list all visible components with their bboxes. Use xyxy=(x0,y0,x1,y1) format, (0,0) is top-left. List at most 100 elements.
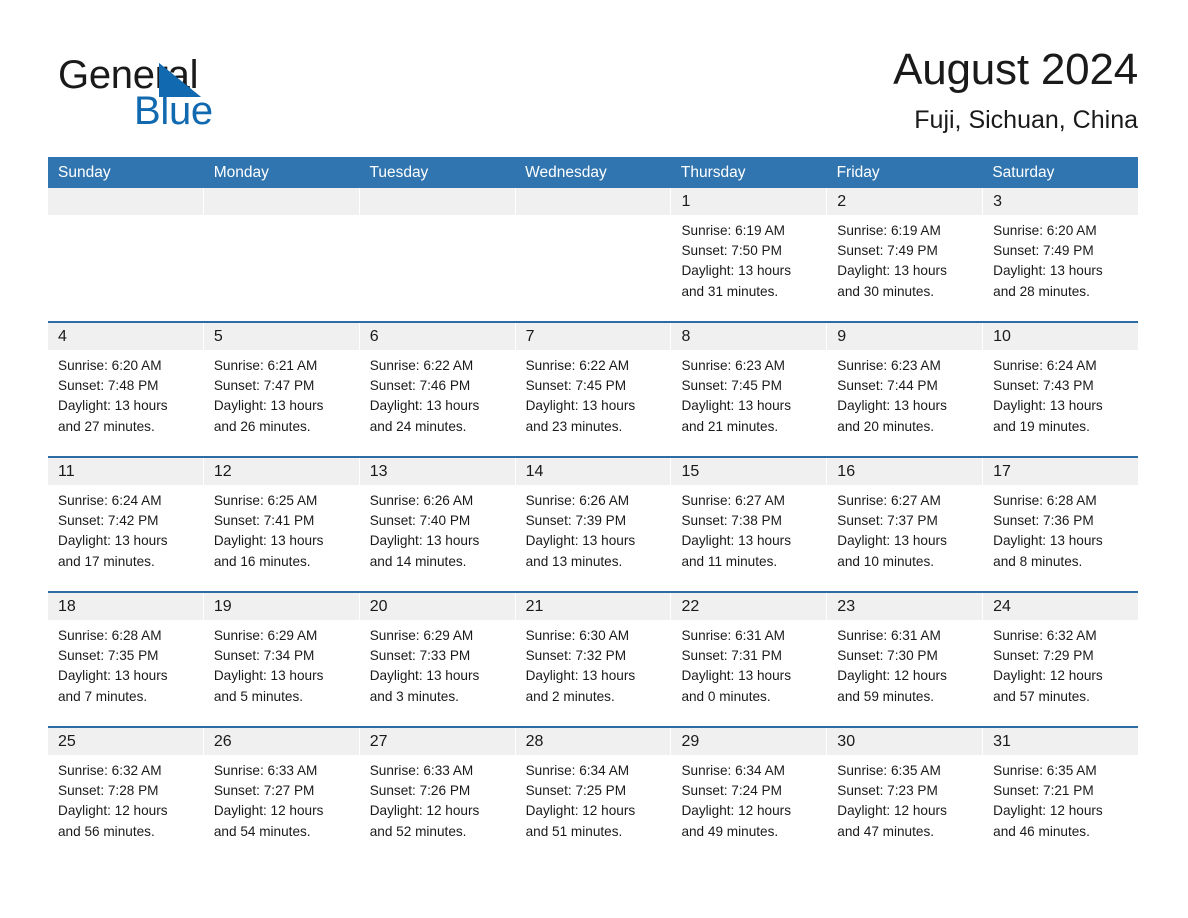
day-cell[interactable]: 23 Sunrise: 6:31 AM Sunset: 7:30 PM Dayligh… xyxy=(827,593,984,726)
day-cell[interactable]: 25 Sunrise: 6:32 AM Sunset: 7:28 PM Dayligh… xyxy=(48,728,204,861)
sunrise-text: Sunrise: 6:20 AM xyxy=(993,223,1097,238)
day-cell[interactable]: 12 Sunrise: 6:25 AM Sunset: 7:41 PM Dayligh… xyxy=(203,458,360,591)
day-details: Sunrise: 6:21 AM Sunset: 7:47 PM Daylight:… xyxy=(204,350,359,437)
calendar-week-row: 25 Sunrise: 6:32 AM Sunset: 7:28 PM Dayligh… xyxy=(48,726,1139,861)
day-cell[interactable]: 26 Sunrise: 6:33 AM Sunset: 7:27 PM Dayligh… xyxy=(203,728,360,861)
day-details: Sunrise: 6:32 AM Sunset: 7:29 PM Daylight:… xyxy=(983,620,1138,707)
sunrise-text: Sunrise: 6:33 AM xyxy=(213,763,318,778)
daylight-text-line2: and 31 minutes. xyxy=(681,283,779,299)
weekday-header-monday: Monday xyxy=(213,164,269,181)
day-cell[interactable]: 17 Sunrise: 6:28 AM Sunset: 7:36 PM Dayligh… xyxy=(983,458,1139,591)
day-number: 3 xyxy=(983,188,1139,215)
sunrise-text: Sunrise: 6:23 AM xyxy=(837,358,941,373)
sunrise-text: Sunrise: 6:32 AM xyxy=(993,628,1097,643)
daylight-text-line1: Daylight: 13 hours xyxy=(993,398,1103,414)
day-cell[interactable]: 3 Sunrise: 6:20 AM Sunset: 7:49 PM Daylight… xyxy=(983,188,1139,321)
day-cell[interactable]: 13 Sunrise: 6:26 AM Sunset: 7:40 PM Dayligh… xyxy=(359,458,516,591)
daylight-text-line1: Daylight: 12 hours xyxy=(837,668,947,684)
sunrise-text: Sunrise: 6:28 AM xyxy=(58,628,162,643)
weekday-header-tuesday: Tuesday xyxy=(369,164,429,181)
daylight-text-line2: and 59 minutes. xyxy=(837,688,935,704)
day-cell[interactable]: 8 Sunrise: 6:23 AM Sunset: 7:45 PM Daylight… xyxy=(671,323,828,456)
day-details: Sunrise: 6:19 AM Sunset: 7:50 PM Daylight:… xyxy=(671,215,826,302)
daylight-text-line2: and 46 minutes. xyxy=(993,823,1090,839)
sunset-text: Sunset: 7:37 PM xyxy=(837,513,938,529)
daylight-text-line2: and 21 minutes. xyxy=(681,418,779,434)
calendar-week-row: 11 Sunrise: 6:24 AM Sunset: 7:42 PM Dayligh… xyxy=(48,456,1139,591)
day-cell-empty xyxy=(515,188,672,321)
day-details: Sunrise: 6:23 AM Sunset: 7:44 PM Daylight:… xyxy=(827,350,982,437)
daylight-text-line2: and 8 minutes. xyxy=(993,553,1083,569)
day-cell[interactable]: 1 Sunrise: 6:19 AM Sunset: 7:50 PM Daylight… xyxy=(671,188,828,321)
day-cell[interactable]: 16 Sunrise: 6:27 AM Sunset: 7:37 PM Dayligh… xyxy=(827,458,984,591)
daylight-text-line2: and 51 minutes. xyxy=(525,823,623,839)
daylight-text-line1: Daylight: 13 hours xyxy=(213,398,324,414)
day-number: 14 xyxy=(515,458,671,485)
day-number: 7 xyxy=(515,323,671,350)
sunset-text: Sunset: 7:49 PM xyxy=(993,243,1094,259)
day-cell[interactable]: 9 Sunrise: 6:23 AM Sunset: 7:44 PM Daylight… xyxy=(827,323,984,456)
day-cell[interactable]: 24 Sunrise: 6:32 AM Sunset: 7:29 PM Dayligh… xyxy=(983,593,1139,726)
daylight-text-line1: Daylight: 12 hours xyxy=(213,803,324,819)
weekday-header-wednesday: Wednesday xyxy=(525,164,607,181)
day-cell[interactable]: 28 Sunrise: 6:34 AM Sunset: 7:25 PM Dayligh… xyxy=(515,728,672,861)
day-cell[interactable]: 7 Sunrise: 6:22 AM Sunset: 7:45 PM Daylight… xyxy=(515,323,672,456)
day-cell[interactable]: 29 Sunrise: 6:34 AM Sunset: 7:24 PM Dayligh… xyxy=(671,728,828,861)
day-cell[interactable]: 15 Sunrise: 6:27 AM Sunset: 7:38 PM Dayligh… xyxy=(671,458,828,591)
day-cell[interactable]: 2 Sunrise: 6:19 AM Sunset: 7:49 PM Daylight… xyxy=(827,188,984,321)
day-number: 23 xyxy=(827,593,983,620)
day-details: Sunrise: 6:34 AM Sunset: 7:24 PM Daylight:… xyxy=(671,755,826,842)
sunset-text: Sunset: 7:24 PM xyxy=(681,783,782,799)
sunrise-text: Sunrise: 6:27 AM xyxy=(681,493,785,508)
calendar-grid: Sunday Monday Tuesday Wednesday Thursday… xyxy=(48,157,1139,861)
day-details: Sunrise: 6:26 AM Sunset: 7:39 PM Daylight:… xyxy=(516,485,671,572)
day-number: 1 xyxy=(671,188,827,215)
day-cell[interactable]: 22 Sunrise: 6:31 AM Sunset: 7:31 PM Dayligh… xyxy=(671,593,828,726)
day-number: 16 xyxy=(827,458,983,485)
daylight-text-line1: Daylight: 13 hours xyxy=(58,668,168,684)
day-number: 28 xyxy=(515,728,671,755)
day-cell[interactable]: 20 Sunrise: 6:29 AM Sunset: 7:33 PM Dayligh… xyxy=(359,593,516,726)
day-number: 30 xyxy=(827,728,983,755)
general-blue-logo[interactable]: General Blue xyxy=(58,52,258,138)
day-cell[interactable]: 19 Sunrise: 6:29 AM Sunset: 7:34 PM Dayligh… xyxy=(203,593,360,726)
daylight-text-line1: Daylight: 13 hours xyxy=(993,263,1103,279)
sunrise-text: Sunrise: 6:22 AM xyxy=(525,358,630,373)
daylight-text-line1: Daylight: 13 hours xyxy=(58,398,168,414)
daylight-text-line1: Daylight: 13 hours xyxy=(837,398,947,414)
day-cell[interactable]: 10 Sunrise: 6:24 AM Sunset: 7:43 PM Dayligh… xyxy=(983,323,1139,456)
daylight-text-line1: Daylight: 13 hours xyxy=(58,533,168,549)
day-cell[interactable]: 18 Sunrise: 6:28 AM Sunset: 7:35 PM Dayligh… xyxy=(48,593,204,726)
day-cell[interactable]: 30 Sunrise: 6:35 AM Sunset: 7:23 PM Dayligh… xyxy=(827,728,984,861)
day-cell[interactable]: 4 Sunrise: 6:20 AM Sunset: 7:48 PM Daylight… xyxy=(48,323,204,456)
day-cell[interactable]: 11 Sunrise: 6:24 AM Sunset: 7:42 PM Dayligh… xyxy=(48,458,204,591)
day-details: Sunrise: 6:29 AM Sunset: 7:34 PM Daylight:… xyxy=(204,620,359,707)
day-cell[interactable]: 14 Sunrise: 6:26 AM Sunset: 7:39 PM Dayligh… xyxy=(515,458,672,591)
sunset-text: Sunset: 7:40 PM xyxy=(369,513,471,529)
day-cell[interactable]: 5 Sunrise: 6:21 AM Sunset: 7:47 PM Daylight… xyxy=(203,323,360,456)
day-details: Sunrise: 6:25 AM Sunset: 7:41 PM Daylight:… xyxy=(204,485,359,572)
day-number xyxy=(48,188,203,215)
sunset-text: Sunset: 7:32 PM xyxy=(525,648,627,664)
day-cell[interactable]: 27 Sunrise: 6:33 AM Sunset: 7:26 PM Dayligh… xyxy=(359,728,516,861)
sunset-text: Sunset: 7:44 PM xyxy=(837,378,938,394)
sunrise-text: Sunrise: 6:22 AM xyxy=(369,358,474,373)
daylight-text-line2: and 26 minutes. xyxy=(213,418,311,434)
day-details: Sunrise: 6:28 AM Sunset: 7:35 PM Daylight:… xyxy=(48,620,203,707)
daylight-text-line1: Daylight: 13 hours xyxy=(681,263,792,279)
daylight-text-line1: Daylight: 12 hours xyxy=(369,803,480,819)
daylight-text-line2: and 56 minutes. xyxy=(58,823,155,839)
page-header: General Blue August 2024 Fuji, Sichuan, … xyxy=(48,44,1138,144)
daylight-text-line2: and 47 minutes. xyxy=(837,823,935,839)
sunrise-text: Sunrise: 6:31 AM xyxy=(681,628,785,643)
day-cell[interactable]: 6 Sunrise: 6:22 AM Sunset: 7:46 PM Daylight… xyxy=(359,323,516,456)
day-cell[interactable]: 21 Sunrise: 6:30 AM Sunset: 7:32 PM Dayligh… xyxy=(515,593,672,726)
day-details: Sunrise: 6:24 AM Sunset: 7:42 PM Daylight:… xyxy=(48,485,203,572)
sunset-text: Sunset: 7:25 PM xyxy=(525,783,627,799)
day-number: 5 xyxy=(203,323,359,350)
sunset-text: Sunset: 7:28 PM xyxy=(58,783,159,799)
daylight-text-line1: Daylight: 13 hours xyxy=(369,398,480,414)
daylight-text-line1: Daylight: 13 hours xyxy=(681,533,792,549)
day-cell[interactable]: 31 Sunrise: 6:35 AM Sunset: 7:21 PM Dayligh… xyxy=(983,728,1139,861)
sunset-text: Sunset: 7:49 PM xyxy=(837,243,938,259)
